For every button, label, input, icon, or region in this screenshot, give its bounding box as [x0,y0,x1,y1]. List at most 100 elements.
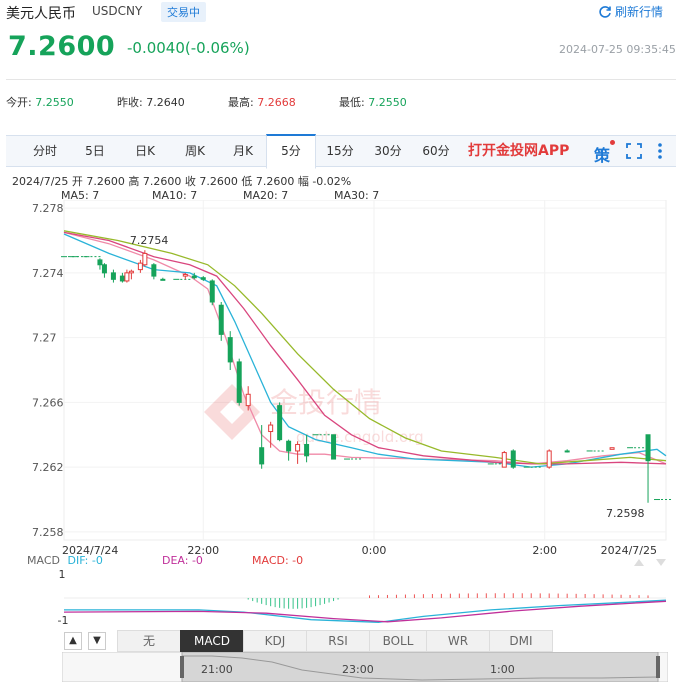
instrument-code: USDCNY [92,4,143,18]
tab-timeshare[interactable]: 分时 [20,136,70,166]
stat-low: 最低: 7.2550 [339,94,407,110]
y-tick-label: 7.274 [32,267,64,280]
tab-60min[interactable]: 60分 [412,136,460,166]
candle [609,447,615,450]
tab-30min[interactable]: 30分 [364,136,412,166]
y-tick-label: 7.262 [32,461,64,474]
candle [151,263,157,280]
refresh-button[interactable]: 刷新行情 [598,3,663,20]
stat-open: 今开: 7.2550 [6,94,74,110]
indicator-tab-dmi[interactable]: DMI [489,630,553,652]
annotations: 7.2754 7.2598 [130,234,645,520]
candle [97,258,103,270]
indicator-tab-macd[interactable]: MACD [180,630,244,652]
tab-15min[interactable]: 15分 [316,136,364,166]
stat-low-value: 7.2550 [368,96,407,109]
nav-label-23: 23:00 [342,663,374,676]
refresh-icon [599,5,611,18]
macd-title: MACD [27,554,60,567]
stat-prev-close: 昨收: 7.2640 [117,94,185,110]
navigator-right-handle[interactable] [656,656,660,678]
candle-info: 2024/7/25 开 7.2600 高 7.2600 收 7.2600 低 7… [12,175,352,188]
x-tick-label: 2024/7/25 [601,544,657,557]
stat-prev-close-value: 7.2640 [146,96,185,109]
candle [564,449,570,453]
candle [277,402,283,442]
tab-5day[interactable]: 5日 [70,136,120,166]
scroll-down-button[interactable]: ▼ [88,632,106,650]
candle [101,263,107,278]
open-app-link[interactable]: 打开金投网APP [468,136,569,166]
candle [227,331,233,370]
dif-value: DIF: -0 [67,554,103,567]
macd-chart[interactable]: 1 -1 [0,568,679,630]
fullscreen-icon[interactable] [626,143,642,159]
indicator-tab-boll[interactable]: BOLL [369,630,427,652]
quote-timestamp: 2024-07-25 09:35:45 [559,43,676,56]
trading-status-badge: 交易中 [161,2,206,22]
strategy-icon[interactable]: 策 [594,140,616,166]
navigator-left-handle[interactable] [180,656,184,678]
period-tab-bar: 分时 5日 日K 周K 月K 5分 15分 30分 60分 打开金投网APP 策 [6,134,676,169]
stat-open-value: 7.2550 [35,96,74,109]
price-annotation: 7.2598 [606,507,645,520]
indicator-tab-wr[interactable]: WR [426,630,490,652]
chart-grid [63,200,667,541]
stat-prev-close-label: 昨收: [117,96,143,109]
scroll-up-button[interactable]: ▲ [64,632,82,650]
navigator-selection[interactable] [181,652,659,682]
instrument-title: 美元人民币 [6,6,76,22]
nav-label-21: 21:00 [201,663,233,676]
candles [61,250,672,503]
y-tick-label: 7.266 [32,396,64,409]
candle [645,434,651,503]
stat-low-label: 最低: [339,96,365,109]
candle [286,439,292,461]
candle [546,449,552,469]
candle [209,279,215,306]
x-tick-label: 2:00 [532,544,557,557]
current-price: 7.2600 [8,31,116,62]
range-navigator[interactable]: 21:00 23:00 1:00 [62,652,668,682]
macd-y-top: 1 [59,568,66,581]
candle [124,269,130,283]
candle [331,434,337,460]
indicator-tab-kdj[interactable]: KDJ [243,630,307,652]
candle [501,450,507,468]
watermark-text: 金投行情 [270,386,382,419]
strategy-label: 策 [594,146,611,165]
indicator-tab-rsi[interactable]: RSI [306,630,370,652]
macd-y-bottom: -1 [58,614,69,627]
macd-legend: MACD DIF: -0 DEA: -0 MACD: -0 [27,554,303,567]
stat-high: 最高: 7.2668 [228,94,296,110]
price-change: -0.0040(-0.06%) [127,39,250,57]
candle [218,302,224,341]
x-tick-label: 0:00 [362,544,387,557]
stat-high-label: 最高: [228,96,254,109]
notification-dot [610,140,616,145]
dea-value: DEA: -0 [162,554,203,567]
candle [128,269,134,280]
tab-weekly-k[interactable]: 周K [170,136,220,166]
refresh-label: 刷新行情 [615,5,664,19]
indicator-tab-none[interactable]: 无 [117,630,181,652]
tab-monthly-k[interactable]: 月K [218,136,268,166]
candle [510,449,516,469]
tab-5min[interactable]: 5分 [266,134,316,169]
stat-high-value: 7.2668 [257,96,296,109]
divider [6,79,676,80]
nav-label-1: 1:00 [490,663,515,676]
indicator-tab-bar: ▲ ▼ 无 MACD KDJ RSI BOLL WR DMI [0,630,679,652]
candle [137,259,143,273]
price-annotation: 7.2754 [130,234,169,247]
tab-daily-k[interactable]: 日K [120,136,170,166]
y-tick-label: 7.27 [32,332,57,345]
y-tick-label: 7.278 [32,202,64,215]
candle [110,269,116,283]
candle [295,441,301,464]
candle [160,277,166,281]
candle [236,358,242,406]
macd-collapse-arrows[interactable] [634,558,668,568]
more-icon[interactable] [656,142,664,160]
price-chart[interactable]: 金投行情 quote.cngold.org 7.27547.2598 7.278… [0,200,679,560]
